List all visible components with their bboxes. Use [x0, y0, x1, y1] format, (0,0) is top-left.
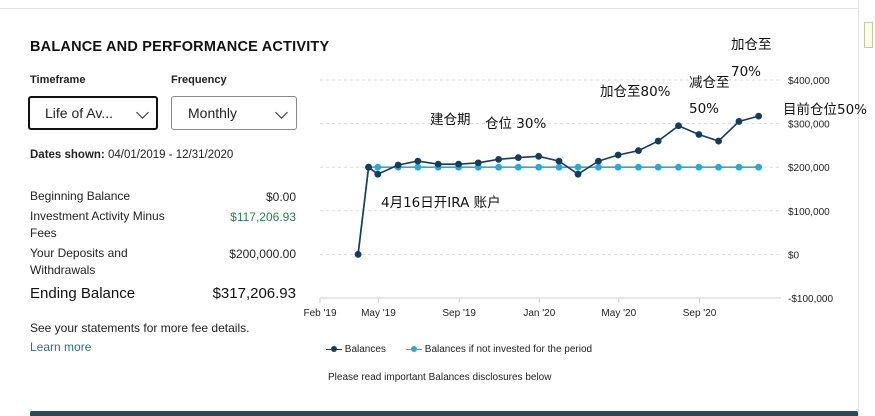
annotation-add-to-70-a: 加仓至: [731, 37, 772, 53]
data-point: [654, 137, 662, 145]
data-point: [455, 160, 462, 168]
data-point: [365, 163, 372, 171]
legend-balances[interactable]: Balances: [326, 344, 386, 355]
x-tick-label: May '19: [361, 308, 396, 319]
legend-balances-label: Balances: [344, 344, 386, 355]
data-point: [635, 147, 642, 155]
y-tick-label: $400,000: [788, 76, 830, 87]
data-point: [635, 163, 642, 171]
x-tick-label: Sep '20: [683, 308, 717, 319]
data-point: [555, 157, 563, 165]
data-point: [614, 163, 622, 171]
data-point: [654, 163, 662, 171]
annotation-build-period: 建仓期: [430, 112, 471, 128]
annotation-add-to-80: 加仓至80%: [600, 84, 671, 100]
data-point: [555, 163, 563, 171]
data-point: [434, 160, 442, 168]
data-point: [414, 163, 422, 171]
annotation-reduce-to-50-b: 50%: [689, 101, 719, 117]
data-point: [735, 163, 743, 171]
annotation-current-50: 目前仓位50%: [783, 101, 867, 118]
data-point: [695, 131, 703, 138]
data-point: [495, 155, 503, 163]
y-tick-label: $200,000: [788, 163, 830, 174]
y-tick-label: $300,000: [788, 120, 830, 131]
data-point: [755, 163, 763, 171]
bottom-section-bar: [30, 411, 858, 416]
annotation-ira-open: 4月16日开IRA 账户: [381, 194, 501, 211]
disclosure-text: Please read important Balances disclosur…: [328, 372, 552, 383]
data-point: [595, 157, 602, 165]
data-point: [675, 163, 682, 171]
data-point: [374, 170, 382, 178]
data-point: [414, 157, 422, 165]
legend-line-swatch: [417, 348, 422, 351]
data-point: [514, 163, 522, 171]
data-point: [394, 161, 402, 169]
data-point: [574, 170, 582, 178]
data-point: [495, 163, 503, 171]
y-tick-label: $100,000: [788, 207, 830, 218]
data-point: [595, 163, 602, 171]
data-point: [695, 163, 703, 171]
data-point: [755, 112, 763, 120]
data-point: [535, 163, 543, 171]
data-point: [354, 251, 362, 258]
chart-x-ticks: Feb '19 May '19 Sep '19 Jan '20 May '20 Sep '…: [303, 298, 717, 319]
annotation-add-to-70-b: 70%: [731, 64, 761, 80]
data-point: [574, 163, 582, 171]
data-point: [514, 154, 522, 162]
legend-not-invested[interactable]: Balances if not invested for the period: [406, 344, 592, 355]
data-point: [535, 152, 543, 160]
data-point: [614, 151, 622, 159]
data-point: [374, 163, 382, 171]
legend-line-swatch: [337, 348, 342, 351]
x-tick-label: Jan '20: [523, 308, 555, 319]
x-tick-label: May '20: [601, 308, 636, 319]
y-tick-label: -$100,000: [788, 294, 833, 305]
data-point: [675, 122, 682, 130]
annotation-reduce-to-50-a: 减仓至: [689, 75, 730, 91]
legend-not-invested-label: Balances if not invested for the period: [424, 344, 593, 355]
data-point: [715, 137, 722, 145]
x-tick-label: Feb '19: [303, 308, 336, 319]
data-point: [715, 163, 722, 171]
data-point: [474, 159, 482, 167]
data-point: [735, 118, 743, 125]
y-tick-label: $0: [788, 250, 800, 261]
chart-series: [354, 112, 763, 258]
x-tick-label: Sep '19: [442, 308, 476, 319]
annotation-position-30: 仓位 30%: [485, 116, 546, 132]
